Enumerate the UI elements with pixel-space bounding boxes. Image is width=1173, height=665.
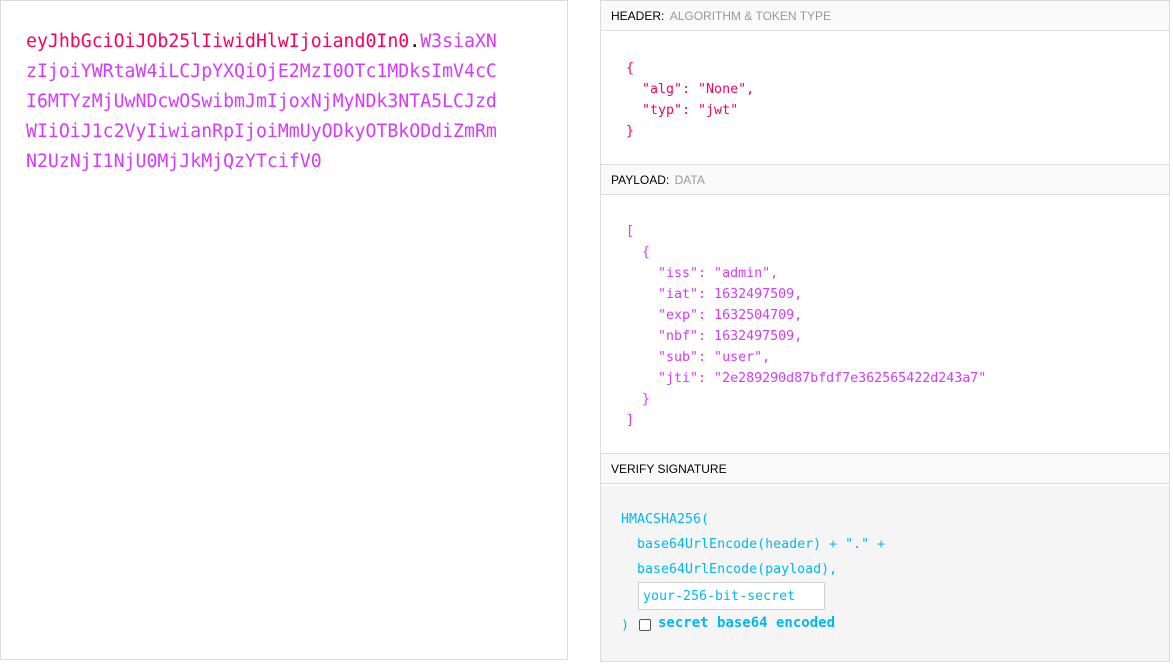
payload-json-text[interactable]: [ { "iss": "admin", "iat": 1632497509, "…: [626, 221, 986, 431]
secret-base64-checkbox[interactable]: [639, 619, 651, 631]
encoded-token-panel[interactable]: eyJhbGciOiJOb25lIiwidHlwIjoiand0In0.W3si…: [0, 0, 568, 660]
verify-signature-body: HMACSHA256( base64UrlEncode(header) + ".…: [601, 486, 1169, 661]
encoded-header-part: eyJhbGciOiJOb25lIiwidHlwIjoiand0In0: [26, 31, 410, 52]
sig-close-paren: ): [621, 618, 630, 633]
encoded-payload-part: W3siaXNzIjoiYWRtaW4iLCJpYXQiOjE2MzI0OTc1…: [26, 31, 497, 172]
header-subtitle: ALGORITHM & TOKEN TYPE: [669, 9, 832, 23]
sig-line-hmac: HMACSHA256(: [621, 512, 710, 527]
secret-input[interactable]: [638, 582, 825, 610]
header-json-text[interactable]: { "alg": "None", "typ": "jwt" }: [626, 58, 754, 142]
payload-subtitle: DATA: [674, 173, 705, 187]
verify-title: VERIFY SIGNATURE: [611, 462, 727, 476]
encoded-token-text[interactable]: eyJhbGciOiJOb25lIiwidHlwIjoiand0In0.W3si…: [26, 27, 501, 177]
payload-title: PAYLOAD:: [611, 173, 670, 187]
header-title: HEADER:: [611, 9, 665, 23]
payload-section-title: PAYLOAD: DATA: [601, 165, 1169, 195]
verify-section-title: VERIFY SIGNATURE: [601, 454, 1169, 484]
header-section-title: HEADER: ALGORITHM & TOKEN TYPE: [601, 1, 1169, 31]
sig-line-payload: base64UrlEncode(payload),: [621, 562, 838, 577]
sig-line-header: base64UrlEncode(header) + "." +: [621, 537, 886, 552]
secret-base64-label[interactable]: secret base64 encoded: [658, 615, 835, 631]
encoded-dot: .: [409, 31, 421, 52]
